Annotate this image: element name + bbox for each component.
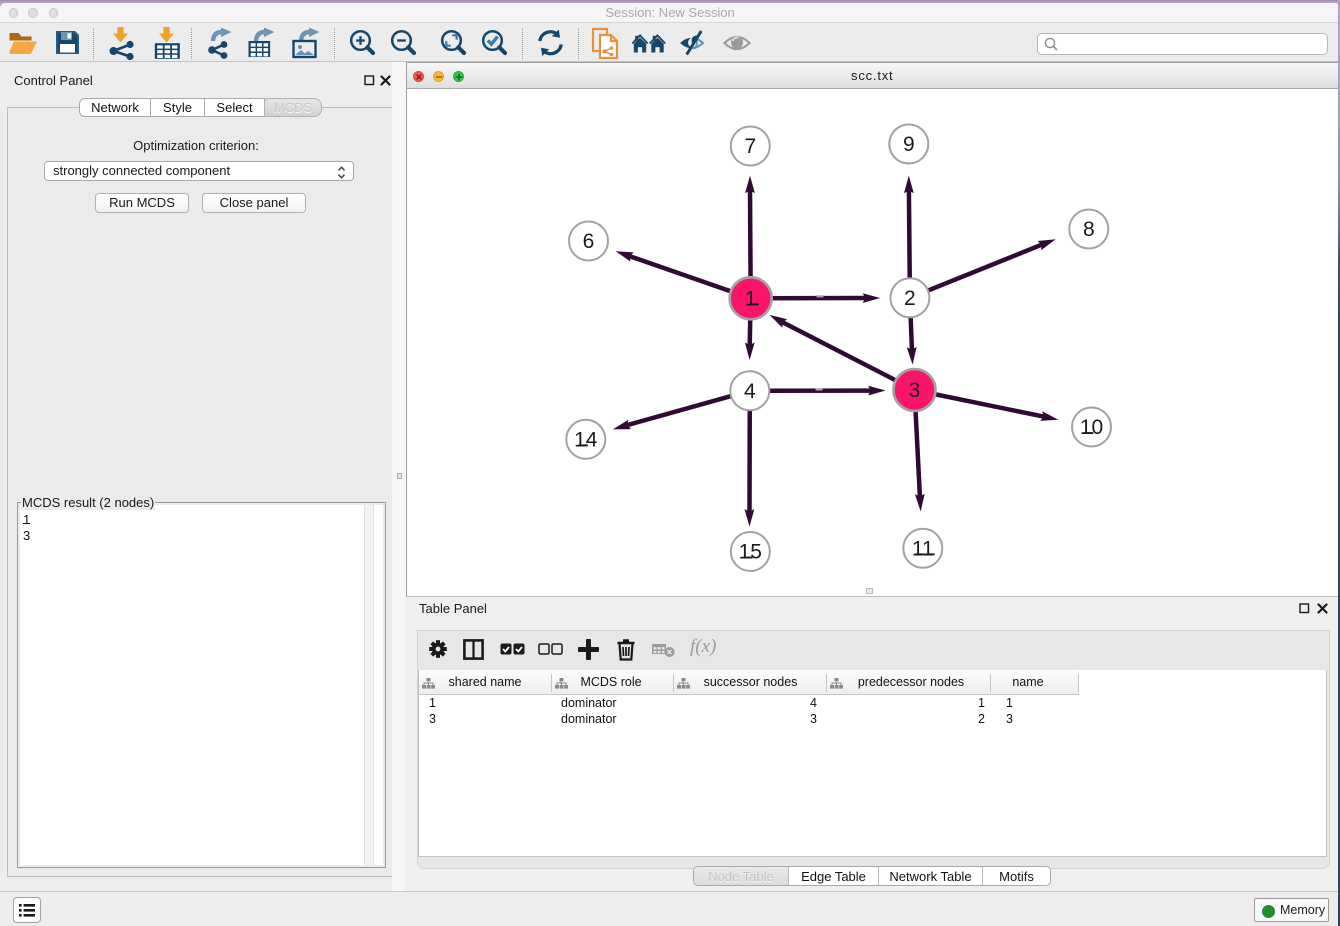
svg-text:6: 6 — [583, 230, 595, 253]
svg-text:1: 1 — [745, 287, 757, 310]
svg-text:8: 8 — [1083, 218, 1095, 241]
svg-text:15: 15 — [739, 541, 762, 564]
svg-text:2: 2 — [904, 287, 916, 310]
svg-text:3: 3 — [909, 379, 921, 402]
svg-text:14: 14 — [574, 428, 598, 451]
svg-text:11: 11 — [912, 537, 934, 560]
svg-text:4: 4 — [744, 380, 756, 403]
svg-text:10: 10 — [1080, 416, 1103, 439]
svg-text:9: 9 — [903, 133, 915, 156]
svg-text:7: 7 — [744, 135, 756, 158]
